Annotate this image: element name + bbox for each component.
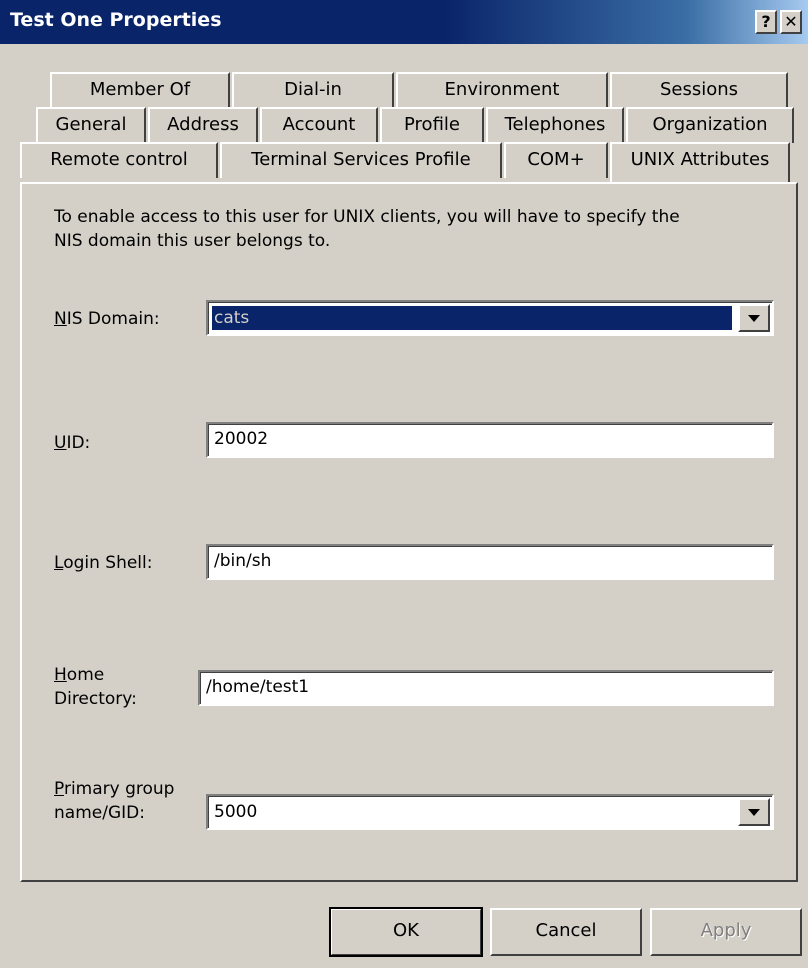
tab-account[interactable]: Account [260, 107, 378, 143]
chevron-down-icon[interactable] [738, 304, 770, 332]
tab-address[interactable]: Address [148, 107, 258, 143]
uid-label: UID: [54, 433, 91, 453]
tab-row-3: Remote control Terminal Services Profile… [0, 142, 808, 182]
nis-domain-select[interactable]: cats [206, 300, 774, 336]
intro-text-line2: NIS domain this user belongs to. [54, 231, 331, 251]
tab-row-2: General Address Account Profile Telephon… [0, 107, 808, 143]
tab-member-of[interactable]: Member Of [50, 72, 230, 108]
tab-remote-control[interactable]: Remote control [20, 142, 218, 178]
close-button[interactable]: ✕ [780, 10, 802, 34]
login-shell-input[interactable]: /bin/sh [206, 544, 774, 580]
title-bar: Test One Properties ? ✕ [0, 0, 808, 44]
tab-profile[interactable]: Profile [380, 107, 484, 143]
tab-general[interactable]: General [36, 107, 146, 143]
primary-group-value: 5000 [214, 802, 258, 822]
tab-sessions[interactable]: Sessions [610, 72, 788, 108]
unix-attributes-panel [20, 182, 798, 882]
tab-organization[interactable]: Organization [626, 107, 794, 143]
tab-unix-attributes[interactable]: UNIX Attributes [610, 142, 790, 182]
home-directory-label-line2: Directory: [54, 689, 137, 709]
ok-button[interactable]: OK [329, 907, 483, 957]
tab-environment[interactable]: Environment [396, 72, 608, 108]
primary-group-select[interactable]: 5000 [206, 794, 774, 830]
intro-text-line1: To enable access to this user for UNIX c… [54, 207, 680, 227]
login-shell-label: Login Shell: [54, 553, 153, 573]
tab-dial-in[interactable]: Dial-in [232, 72, 394, 108]
tab-telephones[interactable]: Telephones [486, 107, 624, 143]
primary-group-label: Primary group [54, 779, 175, 799]
home-directory-input[interactable]: /home/test1 [198, 670, 774, 706]
tab-com-plus[interactable]: COM+ [504, 142, 608, 178]
window-title: Test One Properties [10, 9, 222, 31]
tab-terminal-services-profile[interactable]: Terminal Services Profile [220, 142, 502, 178]
tab-row-1: Member Of Dial-in Environment Sessions [0, 72, 808, 108]
nis-domain-label: NIS Domain: [54, 309, 160, 329]
chevron-down-icon[interactable] [738, 798, 770, 826]
nis-domain-value: cats [212, 306, 732, 330]
cancel-button[interactable]: Cancel [490, 908, 642, 956]
uid-input[interactable]: 20002 [206, 422, 774, 458]
help-button[interactable]: ? [755, 10, 777, 34]
primary-group-label-line2: name/GID: [54, 803, 145, 823]
apply-button[interactable]: Apply [650, 908, 802, 956]
home-directory-label: Home [54, 665, 105, 685]
